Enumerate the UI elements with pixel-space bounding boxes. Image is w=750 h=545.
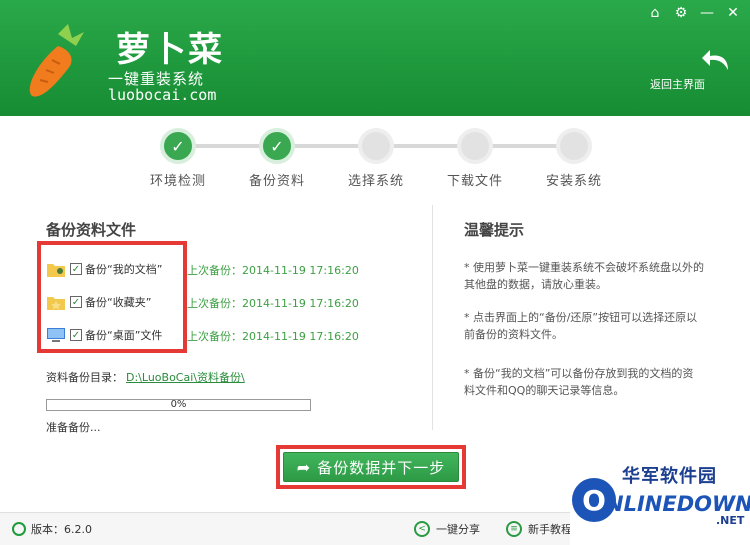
- backup-panel: 备份资料文件 ✓ 备份“我的文档” 上次备份：2014-11-19 17:16:…: [22, 205, 427, 445]
- share-link[interactable]: < 一键分享: [414, 521, 480, 537]
- desktop-checkbox[interactable]: ✓: [70, 329, 82, 341]
- backup-and-next-button[interactable]: ➦ 备份数据并下一步: [283, 452, 459, 482]
- tutorial-icon: ≡: [506, 521, 522, 537]
- step-label: 环境检测: [149, 174, 206, 189]
- tip-item: * 备份“我的文档”可以备份存放到我的文档的资料文件和QQ的聊天记录等信息。: [464, 367, 694, 397]
- tutorial-label: 新手教程: [528, 523, 572, 536]
- step-env-check: ✓ 环境检测: [128, 128, 228, 189]
- backup-dir-label: 资料备份目录：: [46, 371, 123, 384]
- window-controls: ⌂ ⚙ — ✕: [642, 2, 746, 24]
- minimize-icon[interactable]: —: [694, 2, 720, 24]
- app-header: 萝卜菜 一键重装系统 luobocai.com ⌂ ⚙ — ✕ 返回主界面: [0, 0, 750, 116]
- tip-item: * 点击界面上的“备份/还原”按钮可以选择还原以前备份的资料文件。: [464, 311, 698, 341]
- backup-row-favorites: ✓ 备份“收藏夹”: [46, 290, 151, 314]
- app-small-icon: [12, 522, 26, 536]
- version-label: 版本：6.2.0: [31, 523, 92, 536]
- documents-last-backup: 上次备份：2014-11-19 17:16:20: [187, 264, 359, 277]
- tips-title: 温馨提示: [464, 221, 525, 239]
- pane-divider: [432, 205, 433, 430]
- favorites-folder-icon: [47, 297, 65, 310]
- backup-progress-bar: 0%: [46, 399, 311, 411]
- backup-status: 准备备份...: [46, 421, 101, 434]
- documents-folder-icon: [47, 264, 65, 277]
- step-circle: ✓: [160, 128, 196, 164]
- onlinedown-watermark: 华军软件园 O NLINEDOWN .NET: [570, 462, 750, 545]
- watermark-cn: 华军软件园: [622, 466, 717, 487]
- carrot-icon: [29, 24, 84, 97]
- app-logo: 萝卜菜 一键重装系统 luobocai.com: [18, 12, 238, 104]
- step-circle: [457, 128, 493, 164]
- logo-title: 萝卜菜: [116, 30, 224, 70]
- share-icon: <: [414, 521, 430, 537]
- backup-row-documents: ✓ 备份“我的文档”: [46, 257, 162, 281]
- watermark-en: NLINEDOWN: [606, 492, 750, 516]
- step-label: 选择系统: [347, 174, 404, 189]
- favorites-last-backup: 上次备份：2014-11-19 17:16:20: [187, 297, 359, 310]
- documents-label: 备份“我的文档”: [85, 263, 163, 276]
- return-arrow-icon: [702, 50, 728, 70]
- check-icon: ✓: [270, 136, 284, 156]
- progress-text: 0%: [170, 399, 187, 410]
- highlight-box-next: ➦ 备份数据并下一步: [276, 445, 466, 489]
- version-info: 版本：6.2.0: [12, 521, 92, 537]
- step-circle: [556, 128, 592, 164]
- documents-checkbox[interactable]: ✓: [70, 263, 82, 275]
- back-label: 返回主界面: [650, 78, 705, 91]
- forward-arrow-icon: ➦: [296, 457, 312, 477]
- tip-item: * 使用萝卜菜一键重装系统不会破坏系统盘以外的其他盘的数据，请放心重装。: [464, 261, 704, 291]
- step-label: 安装系统: [545, 174, 602, 189]
- step-backup: ✓ 备份资料: [227, 128, 327, 189]
- tutorial-link[interactable]: ≡ 新手教程: [506, 521, 572, 537]
- desktop-icon: [47, 328, 65, 342]
- step-label: 下载文件: [446, 174, 503, 189]
- logo-url: luobocai.com: [108, 86, 217, 104]
- progress-steps: ✓ 环境检测 ✓ 备份资料 选择系统 下载文件 安装系统: [120, 124, 640, 194]
- favorites-label: 备份“收藏夹”: [85, 296, 152, 309]
- step-install: 安装系统: [524, 128, 624, 189]
- close-icon[interactable]: ✕: [720, 2, 746, 24]
- step-label: 备份资料: [248, 174, 305, 189]
- desktop-last-backup: 上次备份：2014-11-19 17:16:20: [187, 330, 359, 343]
- gear-icon[interactable]: ⚙: [668, 2, 694, 24]
- backup-row-desktop: ✓ 备份“桌面”文件: [46, 323, 162, 347]
- desktop-label: 备份“桌面”文件: [85, 329, 163, 342]
- favorites-checkbox[interactable]: ✓: [70, 296, 82, 308]
- back-to-main-button[interactable]: 返回主界面: [650, 46, 732, 96]
- backup-dir-link[interactable]: D:\LuoBoCai\资料备份\: [126, 369, 245, 385]
- step-download: 下载文件: [425, 128, 525, 189]
- step-circle: [358, 128, 394, 164]
- check-icon: ✓: [171, 136, 185, 156]
- backup-title: 备份资料文件: [46, 221, 137, 239]
- step-select-system: 选择系统: [326, 128, 426, 189]
- step-circle: ✓: [259, 128, 295, 164]
- share-label: 一键分享: [436, 523, 480, 536]
- watermark-net: .NET: [716, 514, 745, 527]
- home-icon[interactable]: ⌂: [642, 2, 668, 24]
- tips-panel: 温馨提示 * 使用萝卜菜一键重装系统不会破坏系统盘以外的其他盘的数据，请放心重装…: [448, 205, 738, 445]
- next-button-label: 备份数据并下一步: [317, 458, 446, 477]
